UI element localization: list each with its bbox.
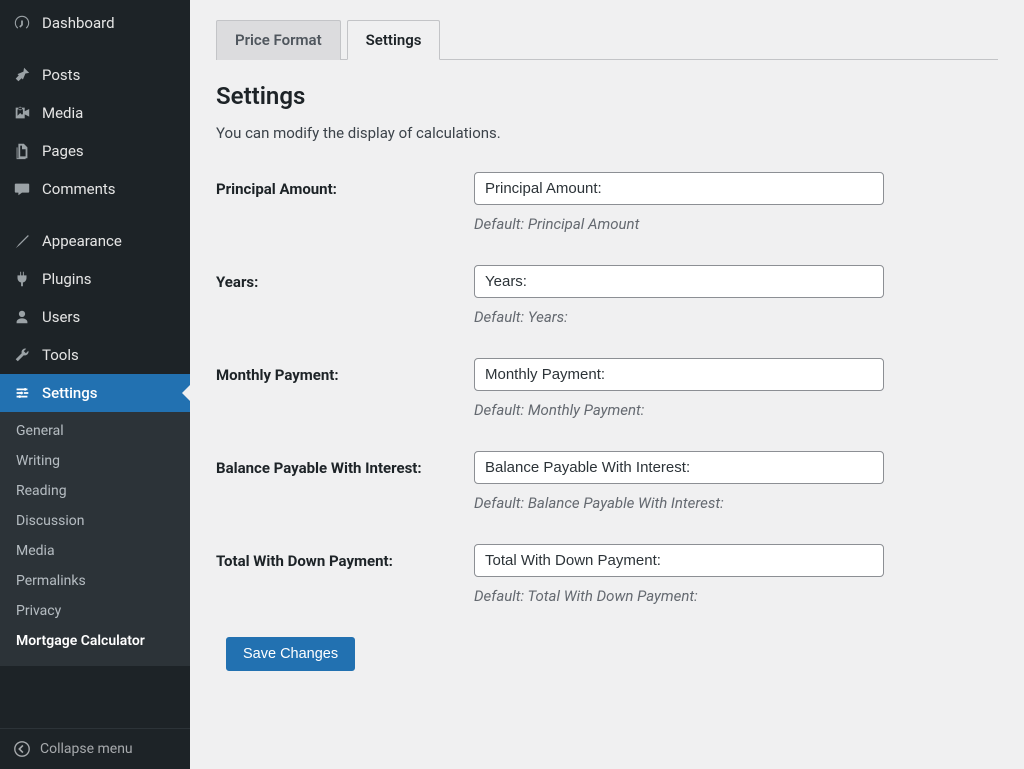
field-label: Monthly Payment: xyxy=(216,358,474,384)
dashboard-icon xyxy=(12,13,32,33)
sidebar-item-users[interactable]: Users xyxy=(0,298,190,336)
field-label: Balance Payable With Interest: xyxy=(216,451,474,477)
main-menu: Dashboard Posts Media Pages Comments Appearan… xyxy=(0,0,190,412)
save-button[interactable]: Save Changes xyxy=(226,637,355,671)
main-content: Price FormatSettings Settings You can mo… xyxy=(190,0,1024,769)
field-label: Principal Amount: xyxy=(216,172,474,198)
submenu-item-general[interactable]: General xyxy=(0,416,190,446)
tab-price-format[interactable]: Price Format xyxy=(216,20,341,60)
sidebar-item-tools[interactable]: Tools xyxy=(0,336,190,374)
field-hint: Default: Principal Amount xyxy=(474,215,894,233)
collapse-menu-button[interactable]: Collapse menu xyxy=(0,728,190,769)
field-hint: Default: Balance Payable With Interest: xyxy=(474,494,894,512)
sidebar-item-label: Users xyxy=(42,308,80,326)
pin-icon xyxy=(12,65,32,85)
field-input-monthly-payment[interactable] xyxy=(474,358,884,391)
sidebar-item-plugins[interactable]: Plugins xyxy=(0,260,190,298)
tab-bar: Price FormatSettings xyxy=(216,20,998,60)
settings-icon xyxy=(12,383,32,403)
comments-icon xyxy=(12,179,32,199)
field-label: Total With Down Payment: xyxy=(216,544,474,570)
sidebar-item-media[interactable]: Media xyxy=(0,94,190,132)
field-input-principal-amount[interactable] xyxy=(474,172,884,205)
field-input-balance-payable-with-interest[interactable] xyxy=(474,451,884,484)
sidebar-item-label: Appearance xyxy=(42,232,122,250)
tab-settings[interactable]: Settings xyxy=(347,20,441,60)
field-input-total-with-down-payment[interactable] xyxy=(474,544,884,577)
field-hint: Default: Years: xyxy=(474,308,894,326)
settings-submenu: GeneralWritingReadingDiscussionMediaPerm… xyxy=(0,412,190,666)
sidebar-item-label: Pages xyxy=(42,142,84,160)
media-icon xyxy=(12,103,32,123)
sidebar-item-label: Settings xyxy=(42,384,98,402)
field-row-years: Years:Default: Years: xyxy=(216,265,998,326)
collapse-label: Collapse menu xyxy=(40,741,133,757)
sidebar-item-comments[interactable]: Comments xyxy=(0,170,190,208)
sidebar-item-label: Posts xyxy=(42,66,80,84)
sidebar-item-label: Tools xyxy=(42,346,79,364)
users-icon xyxy=(12,307,32,327)
sidebar-item-appearance[interactable]: Appearance xyxy=(0,222,190,260)
field-input-years[interactable] xyxy=(474,265,884,298)
collapse-icon xyxy=(12,739,32,759)
field-hint: Default: Total With Down Payment: xyxy=(474,587,894,605)
field-hint: Default: Monthly Payment: xyxy=(474,401,894,419)
sidebar-item-label: Media xyxy=(42,104,83,122)
sidebar-item-posts[interactable]: Posts xyxy=(0,56,190,94)
field-row-balance-payable-with-interest: Balance Payable With Interest:Default: B… xyxy=(216,451,998,512)
sidebar-item-settings[interactable]: Settings xyxy=(0,374,190,412)
submenu-item-discussion[interactable]: Discussion xyxy=(0,506,190,536)
submenu-item-media[interactable]: Media xyxy=(0,536,190,566)
submenu-item-privacy[interactable]: Privacy xyxy=(0,596,190,626)
pages-icon xyxy=(12,141,32,161)
appearance-icon xyxy=(12,231,32,251)
sidebar-item-dashboard[interactable]: Dashboard xyxy=(0,4,190,42)
admin-sidebar: Dashboard Posts Media Pages Comments Appearan… xyxy=(0,0,190,769)
submenu-item-reading[interactable]: Reading xyxy=(0,476,190,506)
sidebar-item-pages[interactable]: Pages xyxy=(0,132,190,170)
page-title: Settings xyxy=(216,82,998,110)
tools-icon xyxy=(12,345,32,365)
field-label: Years: xyxy=(216,265,474,291)
plugins-icon xyxy=(12,269,32,289)
sidebar-item-label: Comments xyxy=(42,180,116,198)
page-description: You can modify the display of calculatio… xyxy=(216,124,998,142)
settings-form: Principal Amount:Default: Principal Amou… xyxy=(216,172,998,605)
field-row-monthly-payment: Monthly Payment:Default: Monthly Payment… xyxy=(216,358,998,419)
submenu-item-mortgage-calculator[interactable]: Mortgage Calculator xyxy=(0,626,190,656)
submenu-item-permalinks[interactable]: Permalinks xyxy=(0,566,190,596)
submenu-item-writing[interactable]: Writing xyxy=(0,446,190,476)
sidebar-item-label: Dashboard xyxy=(42,14,115,32)
field-row-principal-amount: Principal Amount:Default: Principal Amou… xyxy=(216,172,998,233)
sidebar-item-label: Plugins xyxy=(42,270,91,288)
field-row-total-with-down-payment: Total With Down Payment:Default: Total W… xyxy=(216,544,998,605)
